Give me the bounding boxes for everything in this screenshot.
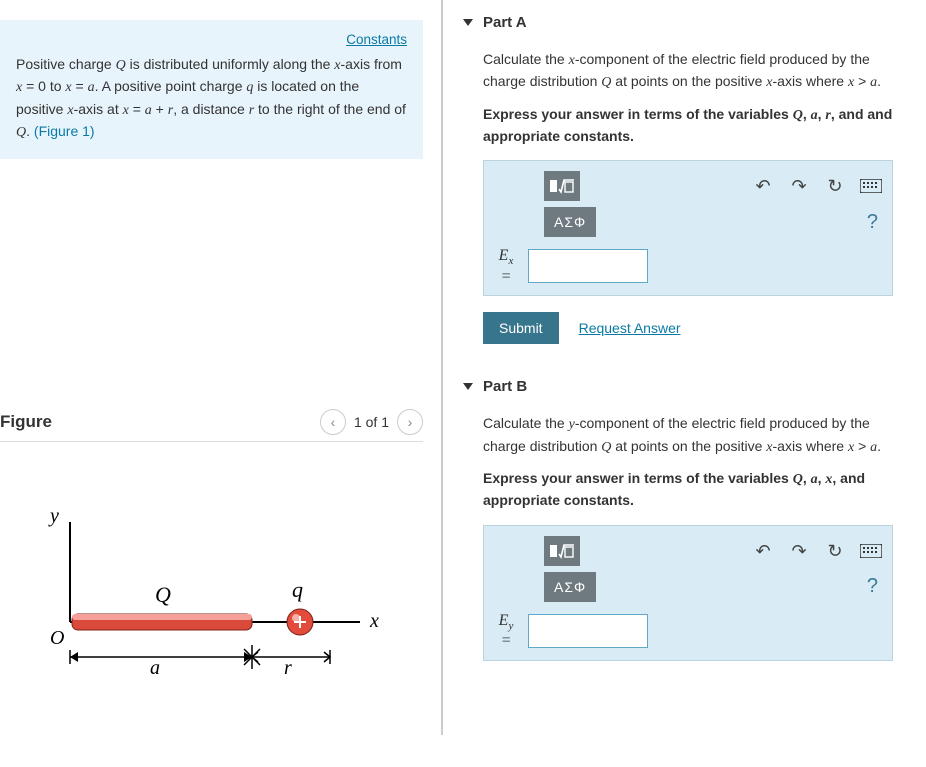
figure-page-indicator: 1 of 1 bbox=[354, 414, 389, 430]
svg-text:Q: Q bbox=[155, 582, 171, 607]
problem-text: Positive charge Q is distributed uniform… bbox=[16, 54, 407, 143]
greek-letters-button[interactable]: ΑΣΦ bbox=[544, 207, 596, 237]
part-b-eq-label: Ey= bbox=[494, 612, 518, 650]
part-a-question: Calculate the x-component of the electri… bbox=[483, 49, 914, 94]
part-a-instruction: Express your answer in terms of the vari… bbox=[483, 104, 914, 147]
part-b-instruction: Express your answer in terms of the vari… bbox=[483, 468, 914, 511]
svg-text:r: r bbox=[284, 657, 292, 679]
part-b-title: Part B bbox=[483, 378, 527, 395]
part-a-title: Part A bbox=[483, 14, 527, 31]
keyboard-icon[interactable] bbox=[860, 175, 882, 197]
reset-icon[interactable]: ↻ bbox=[824, 540, 846, 562]
template-button[interactable] bbox=[544, 536, 580, 566]
redo-icon[interactable]: ↷ bbox=[788, 175, 810, 197]
part-a-answer-input[interactable] bbox=[528, 249, 648, 283]
part-b-question: Calculate the y-component of the electri… bbox=[483, 413, 914, 458]
fraction-root-icon bbox=[549, 542, 575, 560]
constants-link[interactable]: Constants bbox=[346, 30, 407, 50]
fraction-root-icon bbox=[549, 177, 575, 195]
svg-text:x: x bbox=[369, 610, 379, 632]
part-a-eq-label: Ex= bbox=[494, 247, 518, 285]
figure-prev-button[interactable]: ‹ bbox=[320, 409, 346, 435]
problem-statement-box: Constants Positive charge Q is distribut… bbox=[0, 20, 423, 159]
part-b-header[interactable]: Part B bbox=[463, 372, 914, 401]
figure-diagram: y x O Q q bbox=[0, 442, 423, 715]
help-icon[interactable]: ? bbox=[867, 208, 882, 237]
figure-title: Figure bbox=[0, 412, 52, 432]
figure-next-button[interactable]: › bbox=[397, 409, 423, 435]
undo-icon[interactable]: ↶ bbox=[752, 175, 774, 197]
redo-icon[interactable]: ↷ bbox=[788, 540, 810, 562]
greek-letters-button[interactable]: ΑΣΦ bbox=[544, 572, 596, 602]
svg-text:y: y bbox=[48, 505, 59, 527]
keyboard-icon[interactable] bbox=[860, 540, 882, 562]
template-button[interactable] bbox=[544, 171, 580, 201]
part-a-header[interactable]: Part A bbox=[463, 8, 914, 37]
figure-link[interactable]: (Figure 1) bbox=[34, 123, 95, 139]
part-b-answer-input[interactable] bbox=[528, 614, 648, 648]
reset-icon[interactable]: ↻ bbox=[824, 175, 846, 197]
part-b-answer-panel: ↶ ↷ ↻ bbox=[483, 525, 893, 661]
svg-text:a: a bbox=[150, 657, 160, 679]
svg-text:q: q bbox=[292, 577, 303, 602]
help-icon[interactable]: ? bbox=[867, 572, 882, 601]
caret-down-icon bbox=[463, 383, 473, 390]
caret-down-icon bbox=[463, 19, 473, 26]
part-a-submit-button[interactable]: Submit bbox=[483, 312, 559, 344]
svg-text:O: O bbox=[50, 627, 64, 649]
undo-icon[interactable]: ↶ bbox=[752, 540, 774, 562]
part-a-answer-panel: ↶ ↷ ↻ bbox=[483, 160, 893, 296]
part-a-request-answer-link[interactable]: Request Answer bbox=[579, 318, 681, 338]
